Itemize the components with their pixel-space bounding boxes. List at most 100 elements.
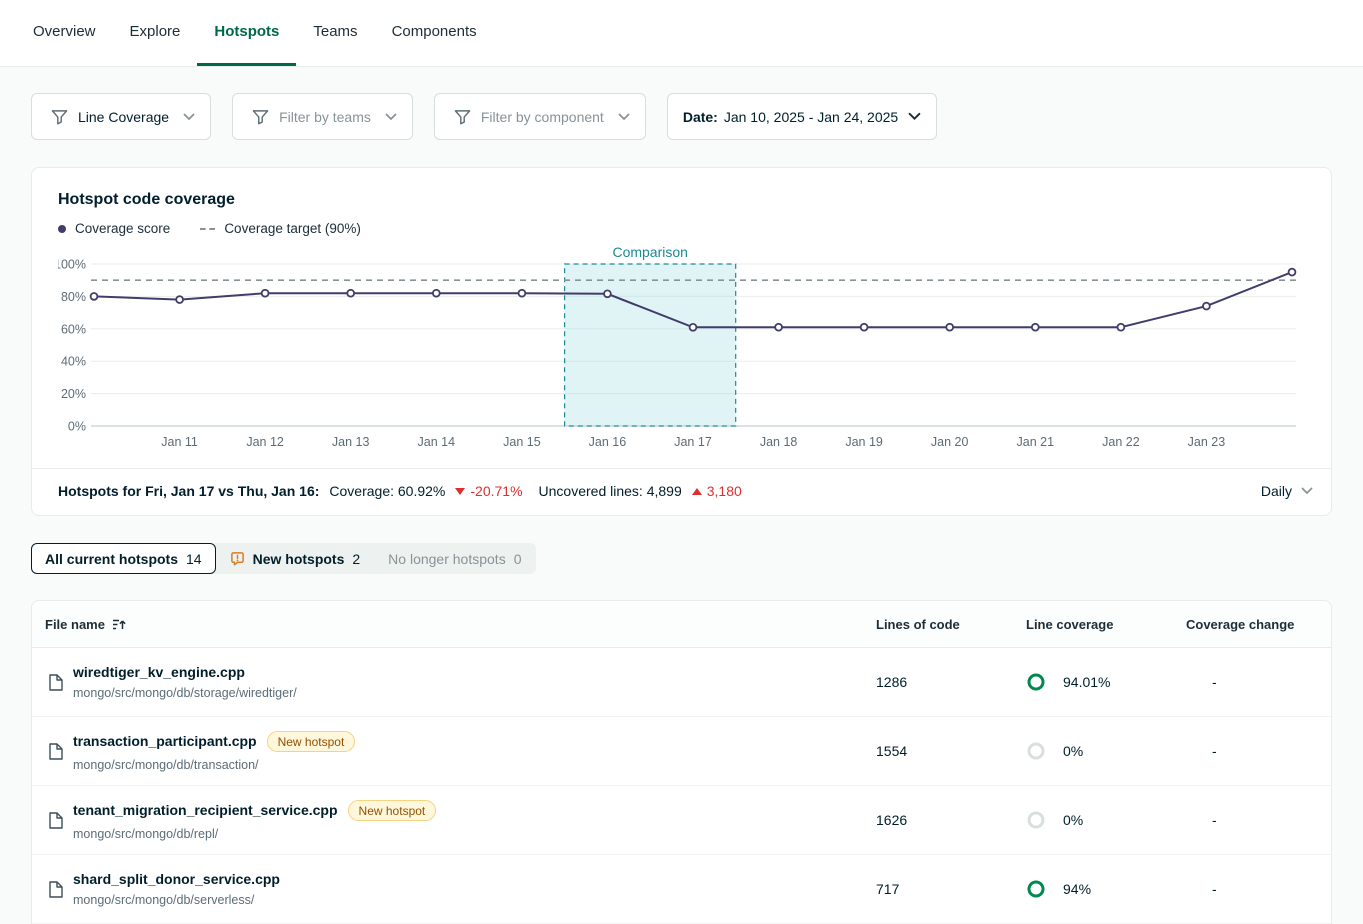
table-header-row: File name Lines of code Line coverage Co… bbox=[32, 601, 1331, 648]
svg-text:Jan 14: Jan 14 bbox=[418, 435, 456, 449]
table-body: wiredtiger_kv_engine.cpp mongo/src/mongo… bbox=[32, 648, 1331, 924]
table-row[interactable]: wiredtiger_kv_engine.cpp mongo/src/mongo… bbox=[32, 648, 1331, 717]
header-lines-of-code: Lines of code bbox=[876, 617, 1026, 632]
coverage-ring-icon bbox=[1026, 741, 1046, 761]
svg-text:60%: 60% bbox=[61, 322, 86, 336]
coverage-change-value: - bbox=[1186, 812, 1331, 828]
legend-coverage-target-label: Coverage target (90%) bbox=[224, 221, 361, 236]
header-file-name[interactable]: File name bbox=[32, 617, 876, 632]
legend-coverage-target: Coverage target (90%) bbox=[200, 221, 361, 236]
coverage-change-value: - bbox=[1186, 674, 1331, 690]
triangle-up-icon bbox=[692, 488, 702, 495]
svg-text:Jan 21: Jan 21 bbox=[1017, 435, 1055, 449]
main-content: Line Coverage Filter by teams Filter by … bbox=[0, 93, 1363, 924]
tab-teams[interactable]: Teams bbox=[296, 0, 374, 66]
legend-coverage-score: Coverage score bbox=[58, 221, 170, 236]
chevron-down-icon bbox=[908, 112, 921, 121]
funnel-icon bbox=[252, 109, 269, 125]
uncovered-lines-delta: 3,180 bbox=[692, 483, 742, 499]
chevron-down-icon bbox=[1301, 487, 1313, 495]
svg-text:Jan 18: Jan 18 bbox=[760, 435, 798, 449]
svg-text:80%: 80% bbox=[61, 290, 86, 304]
lines-of-code-value: 1554 bbox=[876, 743, 1026, 759]
header-coverage-change: Coverage change bbox=[1186, 617, 1331, 632]
teams-filter-placeholder: Filter by teams bbox=[279, 109, 371, 125]
uncovered-lines-value: Uncovered lines: 4,899 bbox=[539, 483, 682, 499]
tab-overview[interactable]: Overview bbox=[16, 0, 113, 66]
date-filter-label: Date: bbox=[683, 109, 718, 125]
coverage-change-value: - bbox=[1186, 881, 1331, 897]
chart-legend: Coverage score Coverage target (90%) bbox=[32, 221, 1331, 236]
line-coverage-value: 0% bbox=[1063, 812, 1083, 828]
component-filter-dropdown[interactable]: Filter by component bbox=[434, 93, 646, 140]
svg-text:Jan 13: Jan 13 bbox=[332, 435, 370, 449]
file-path: mongo/src/mongo/db/storage/wiredtiger/ bbox=[73, 686, 297, 700]
new-hotspot-badge: New hotspot bbox=[348, 800, 437, 821]
coverage-change-value: - bbox=[1186, 743, 1331, 759]
svg-text:20%: 20% bbox=[61, 387, 86, 401]
svg-text:Jan 15: Jan 15 bbox=[503, 435, 541, 449]
coverage-chart-svg: 0%20%40%60%80%100%ComparisonJan 11Jan 12… bbox=[58, 244, 1298, 456]
line-coverage-value: 94.01% bbox=[1063, 674, 1110, 690]
legend-coverage-score-label: Coverage score bbox=[75, 221, 170, 236]
file-name[interactable]: transaction_participant.cpp bbox=[73, 733, 257, 749]
table-row[interactable]: transaction_participant.cpp New hotspot … bbox=[32, 717, 1331, 786]
file-name[interactable]: wiredtiger_kv_engine.cpp bbox=[73, 664, 245, 680]
hotspot-tab-count: 14 bbox=[186, 551, 202, 567]
file-meta: wiredtiger_kv_engine.cpp mongo/src/mongo… bbox=[73, 664, 297, 700]
lines-of-code-value: 1286 bbox=[876, 674, 1026, 690]
coverage-ring-icon bbox=[1026, 879, 1046, 899]
component-filter-placeholder: Filter by component bbox=[481, 109, 604, 125]
granularity-dropdown[interactable]: Daily bbox=[1261, 483, 1313, 499]
date-filter-dropdown[interactable]: Date: Jan 10, 2025 - Jan 24, 2025 bbox=[667, 93, 937, 140]
svg-text:0%: 0% bbox=[68, 420, 86, 434]
comment-alert-icon bbox=[230, 551, 245, 566]
granularity-value: Daily bbox=[1261, 483, 1292, 499]
hotspot-tabs: All current hotspots14New hotspots2No lo… bbox=[31, 543, 536, 574]
line-coverage-value: 94% bbox=[1063, 881, 1091, 897]
file-icon bbox=[49, 812, 63, 829]
svg-text:Jan 23: Jan 23 bbox=[1188, 435, 1226, 449]
triangle-down-icon bbox=[455, 488, 465, 495]
hotspot-tab-new-hotspots[interactable]: New hotspots2 bbox=[216, 543, 375, 574]
lines-of-code-value: 717 bbox=[876, 881, 1026, 897]
file-meta: transaction_participant.cpp New hotspot … bbox=[73, 731, 355, 772]
sort-ascending-icon[interactable] bbox=[112, 618, 127, 631]
tab-explore[interactable]: Explore bbox=[113, 0, 198, 66]
tab-hotspots[interactable]: Hotspots bbox=[197, 0, 296, 66]
svg-text:100%: 100% bbox=[58, 258, 86, 272]
header-file-name-label: File name bbox=[45, 617, 105, 632]
header-line-coverage: Line coverage bbox=[1026, 617, 1186, 632]
dashed-line-icon bbox=[200, 228, 215, 230]
file-name[interactable]: tenant_migration_recipient_service.cpp bbox=[73, 802, 338, 818]
metric-filter-label: Line Coverage bbox=[78, 109, 169, 125]
funnel-icon bbox=[454, 109, 471, 125]
hotspot-tab-no-longer-hotspots[interactable]: No longer hotspots0 bbox=[374, 543, 535, 574]
coverage-line-chart[interactable]: 0%20%40%60%80%100%ComparisonJan 11Jan 12… bbox=[58, 244, 1331, 456]
teams-filter-dropdown[interactable]: Filter by teams bbox=[232, 93, 413, 140]
svg-text:Jan 17: Jan 17 bbox=[674, 435, 712, 449]
chevron-down-icon bbox=[385, 113, 397, 121]
svg-text:Jan 16: Jan 16 bbox=[589, 435, 627, 449]
table-row[interactable]: tenant_migration_recipient_service.cpp N… bbox=[32, 786, 1331, 855]
chevron-down-icon bbox=[618, 113, 630, 121]
chart-title: Hotspot code coverage bbox=[32, 191, 1331, 209]
file-icon bbox=[49, 743, 63, 760]
nav-tabs: OverviewExploreHotspotsTeamsComponents bbox=[16, 0, 494, 66]
filter-bar: Line Coverage Filter by teams Filter by … bbox=[31, 93, 1332, 140]
file-icon bbox=[49, 674, 63, 691]
tab-components[interactable]: Components bbox=[375, 0, 494, 66]
hotspot-tab-all-current-hotspots[interactable]: All current hotspots14 bbox=[31, 543, 216, 574]
coverage-ring-icon bbox=[1026, 672, 1046, 692]
metric-filter-dropdown[interactable]: Line Coverage bbox=[31, 93, 211, 140]
coverage-ring-icon bbox=[1026, 810, 1046, 830]
new-hotspot-badge: New hotspot bbox=[267, 731, 356, 752]
comparison-summary: Hotspots for Fri, Jan 17 vs Thu, Jan 16:… bbox=[58, 483, 742, 499]
table-row[interactable]: shard_split_donor_service.cpp mongo/src/… bbox=[32, 855, 1331, 924]
file-name[interactable]: shard_split_donor_service.cpp bbox=[73, 871, 280, 887]
hotspot-tab-label: New hotspots bbox=[253, 551, 345, 567]
svg-text:Jan 19: Jan 19 bbox=[845, 435, 883, 449]
file-path: mongo/src/mongo/db/transaction/ bbox=[73, 758, 355, 772]
svg-text:Jan 22: Jan 22 bbox=[1102, 435, 1140, 449]
svg-text:Jan 11: Jan 11 bbox=[161, 435, 198, 449]
